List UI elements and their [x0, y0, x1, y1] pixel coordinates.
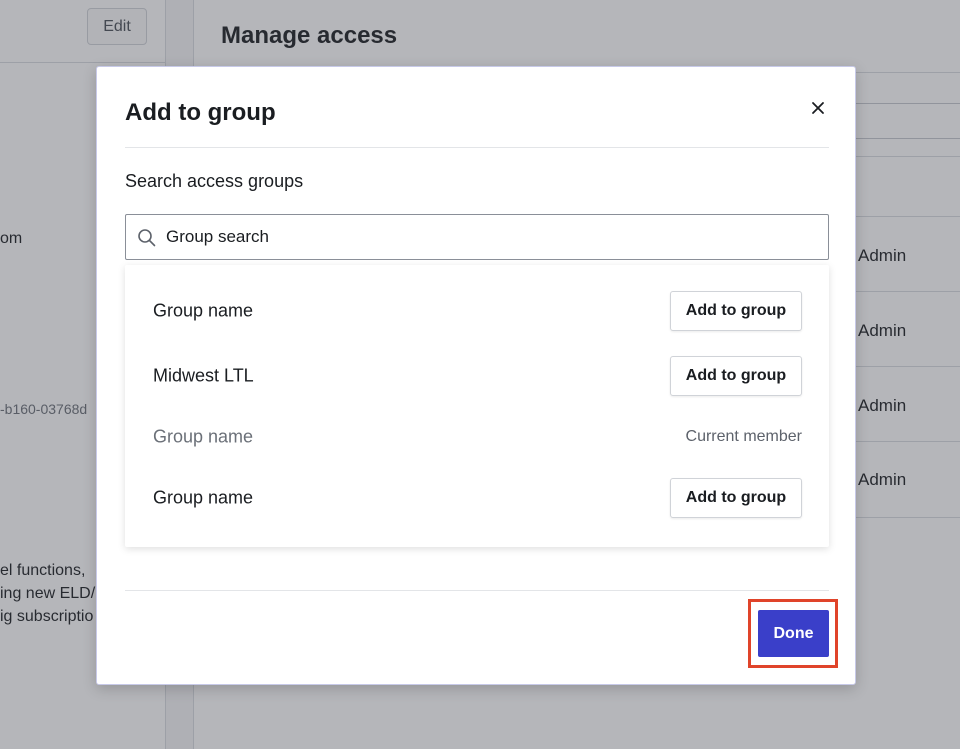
- list-item: Group name Current member: [125, 407, 829, 467]
- group-search-field[interactable]: [125, 214, 829, 260]
- add-to-group-button[interactable]: Add to group: [670, 291, 802, 331]
- list-item: Group name Add to group: [125, 468, 829, 528]
- search-results-list: Group name Add to group Midwest LTL Add …: [125, 265, 829, 547]
- group-name: Midwest LTL: [153, 365, 254, 386]
- search-icon: [138, 229, 156, 247]
- close-button[interactable]: [805, 95, 831, 121]
- close-icon: [812, 102, 824, 114]
- add-to-group-button[interactable]: Add to group: [670, 356, 802, 396]
- group-name: Group name: [153, 487, 254, 508]
- group-name: Group name: [153, 300, 254, 321]
- dialog-divider: [125, 147, 829, 148]
- group-name: Group name: [153, 426, 254, 447]
- dialog-title: Add to group: [125, 99, 276, 126]
- list-item: Group name Add to group: [125, 281, 829, 341]
- dialog-footer-divider: [125, 590, 829, 591]
- add-to-group-button[interactable]: Add to group: [670, 478, 802, 518]
- list-item: Midwest LTL Add to group: [125, 346, 829, 406]
- add-to-group-dialog: Add to group Search access groups Group …: [96, 66, 856, 685]
- search-label: Search access groups: [125, 171, 304, 191]
- search-input[interactable]: [166, 215, 816, 259]
- current-member-label: Current member: [685, 428, 802, 445]
- done-button[interactable]: Done: [758, 610, 829, 657]
